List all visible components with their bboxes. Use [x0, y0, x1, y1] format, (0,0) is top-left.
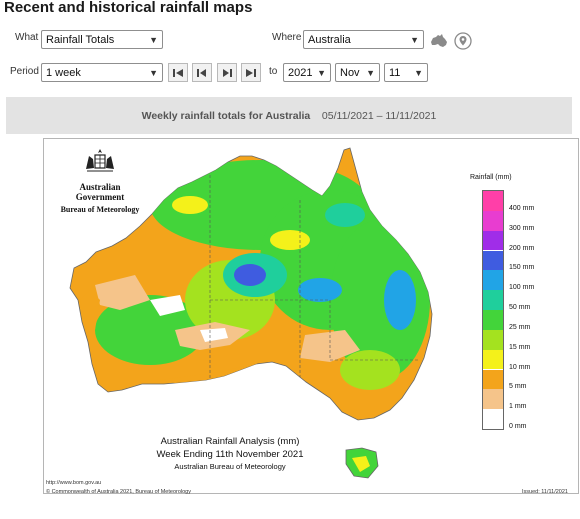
caption-title: Australian Rainfall Analysis (mm): [160, 436, 300, 447]
legend-label: 150 mm: [509, 264, 535, 272]
coat-of-arms-icon: [86, 149, 114, 172]
legend-label: 5 mm: [509, 383, 527, 391]
legend-label: 1 mm: [509, 403, 527, 411]
legend-color-bar: [482, 190, 504, 430]
legend-swatch: [483, 290, 503, 310]
legend-label: 25 mm: [509, 323, 531, 331]
caption-agency: Australian Bureau of Meteorology: [174, 462, 286, 471]
legend-swatch: [483, 210, 503, 231]
legend-swatch: [483, 310, 503, 330]
government-line2: Bureau of Meteorology: [60, 205, 140, 214]
legend-swatch: [483, 230, 503, 251]
legend-swatch: [483, 250, 503, 271]
legend-label: 400 mm: [509, 204, 535, 212]
government-logo: Australian Government Bureau of Meteorol…: [55, 147, 145, 214]
issued-date: Issued: 11/11/2021: [522, 489, 568, 495]
legend-label: 50 mm: [509, 304, 531, 311]
map-caption: Australian Rainfall Analysis (mm) Week E…: [100, 436, 360, 471]
legend-swatch: [483, 369, 503, 390]
government-line1: Australian Government: [75, 182, 125, 202]
bom-url: http://www.bom.gov.au: [46, 480, 102, 486]
legend-swatch: [483, 409, 503, 429]
legend-label: 10 mm: [509, 363, 531, 371]
legend-label: 0 mm: [509, 423, 527, 430]
legend-swatch: [483, 349, 503, 370]
legend-label: 100 mm: [509, 284, 535, 292]
legend-swatch: [483, 270, 503, 291]
legend-swatch: [483, 329, 503, 350]
legend-swatch: [483, 191, 503, 211]
legend-title: Rainfall (mm): [470, 174, 512, 181]
caption-week: Week Ending 11th November 2021: [156, 449, 304, 460]
legend-label: 15 mm: [509, 343, 531, 351]
legend-swatch: [483, 389, 503, 410]
legend-label: 300 mm: [509, 224, 535, 232]
copyright-text: © Commonwealth of Australia 2021, Bureau…: [46, 489, 191, 495]
legend-label: 200 mm: [509, 244, 535, 252]
